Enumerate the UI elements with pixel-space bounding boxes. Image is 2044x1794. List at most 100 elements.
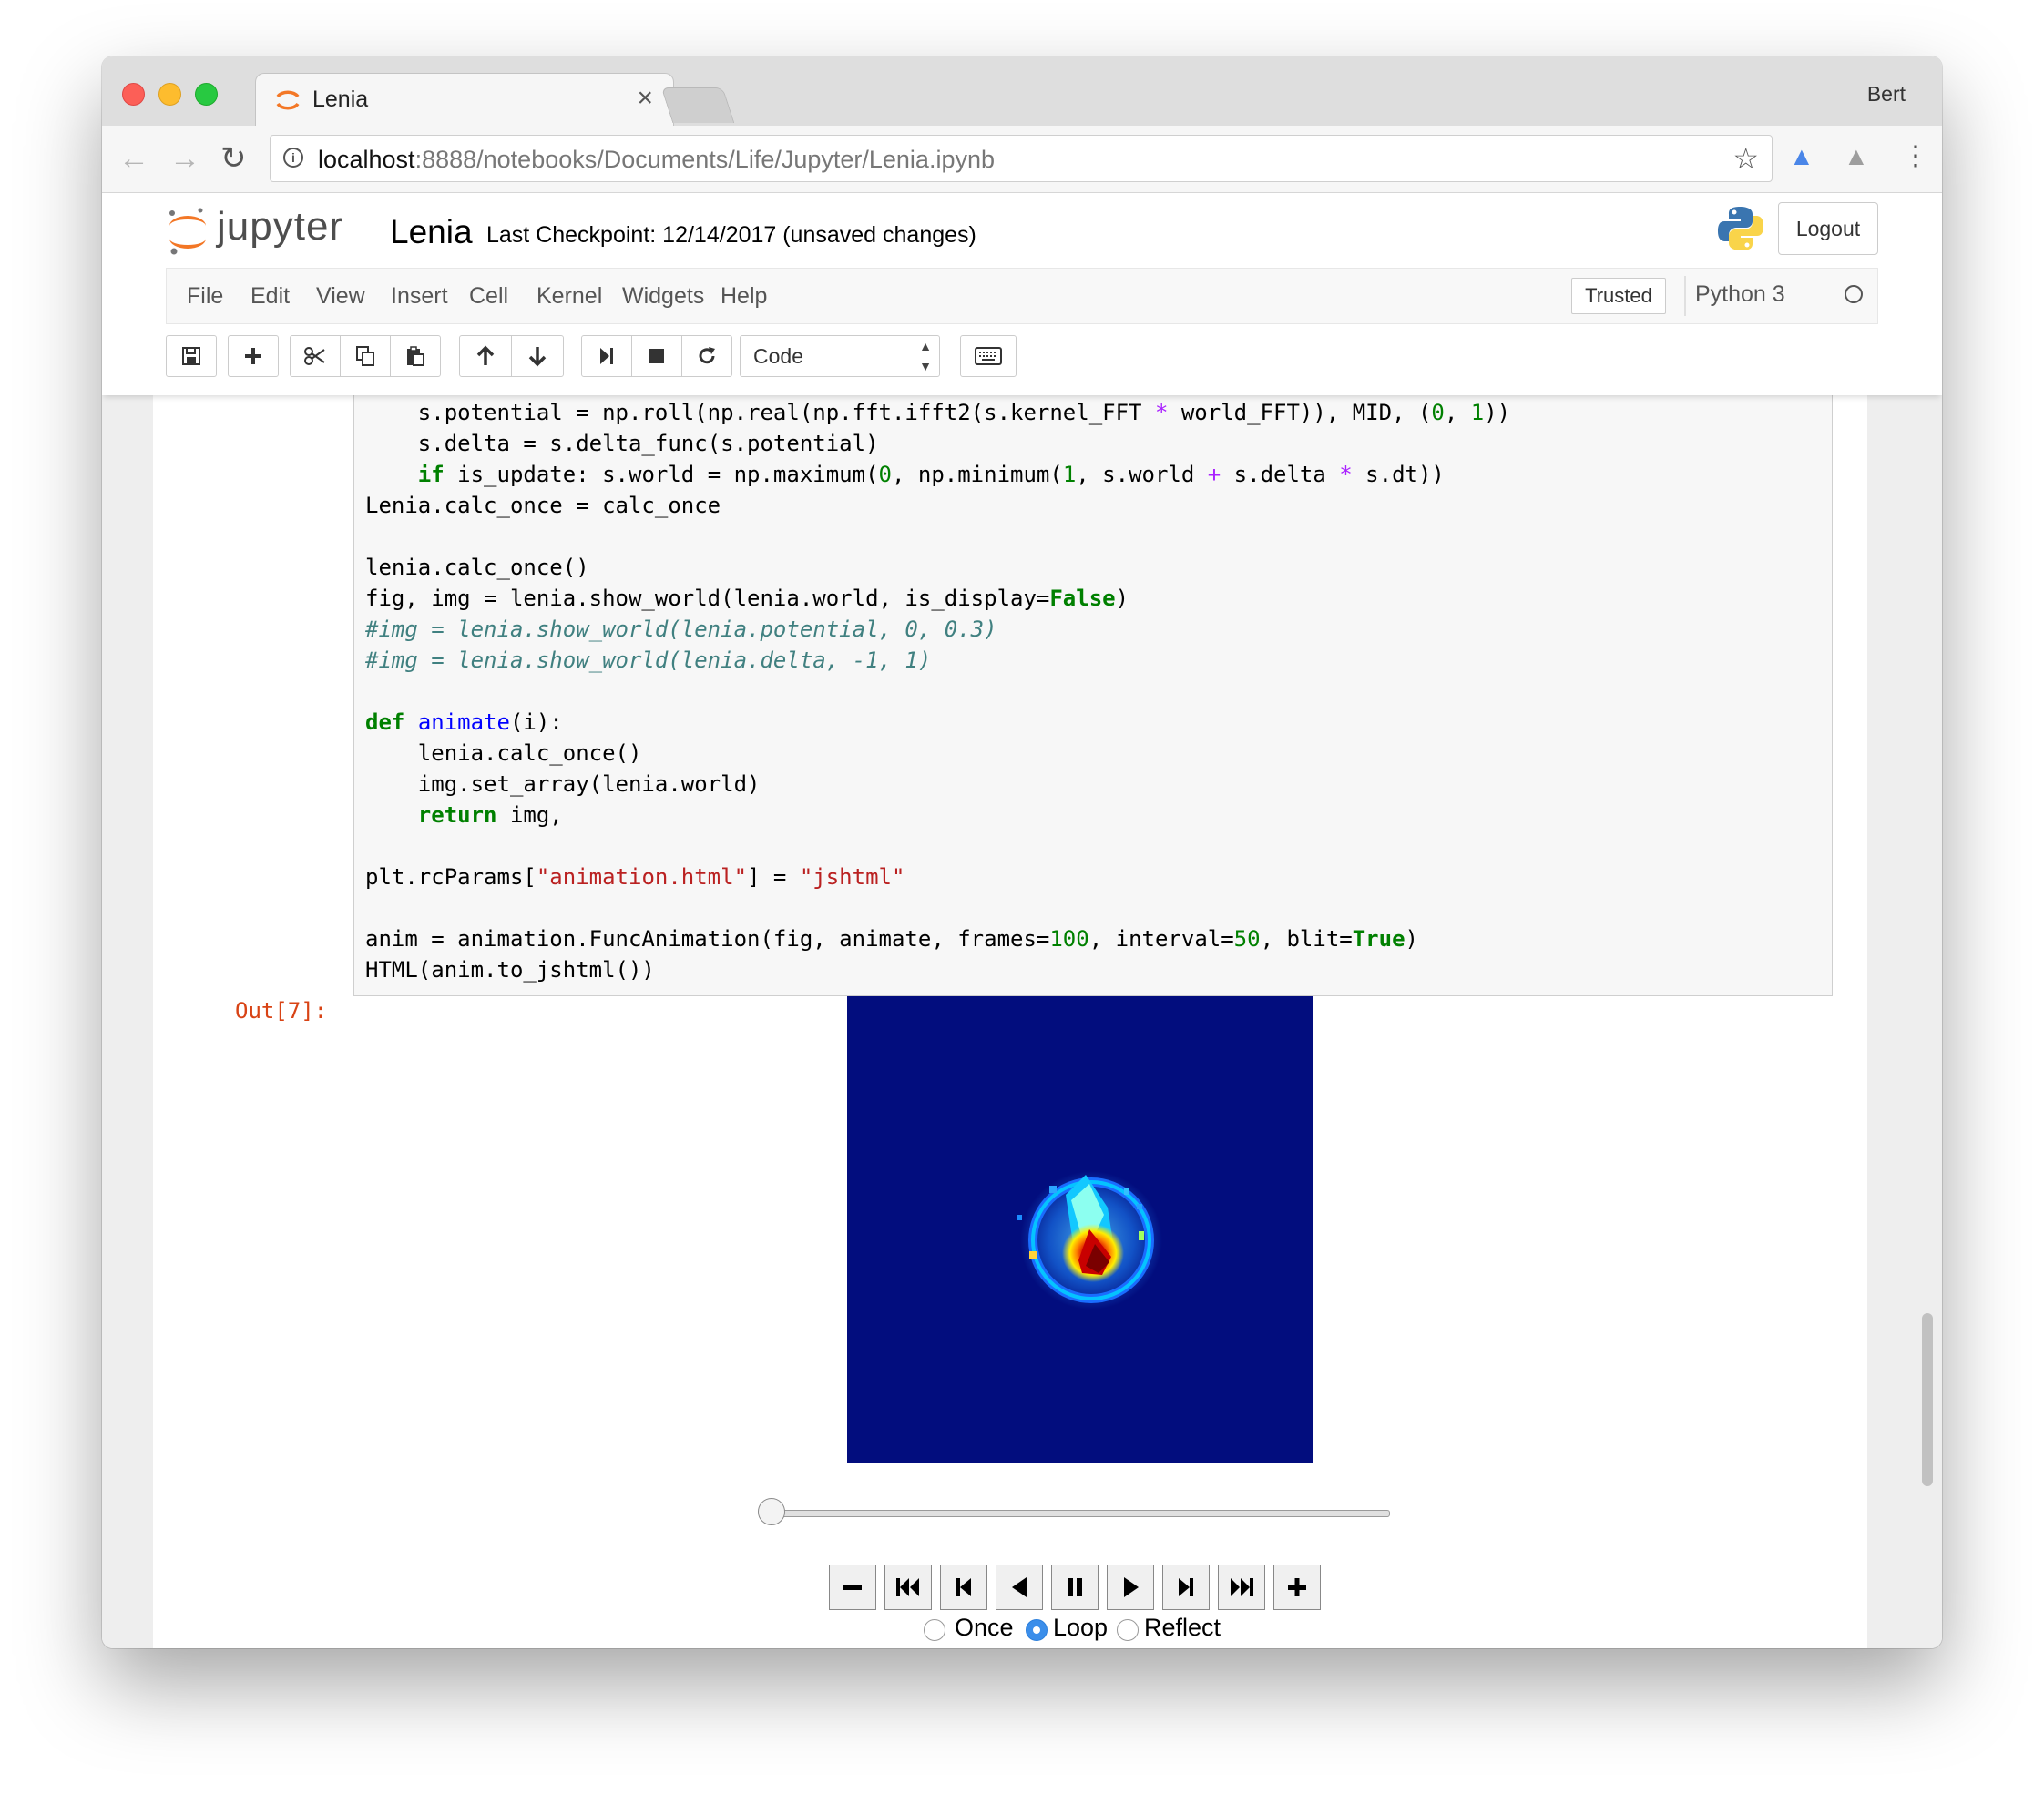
browser-toolbar: ← → ↻ i localhost:8888/notebooks/Documen… [102,126,1942,193]
reflect-label[interactable]: Reflect [1144,1614,1221,1642]
profile-name[interactable]: Bert [1867,82,1906,107]
frame-slider-track[interactable] [763,1510,1390,1517]
pause-button[interactable] [1051,1565,1099,1610]
url-text[interactable]: localhost:8888/notebooks/Documents/Life/… [318,146,995,174]
address-bar[interactable]: i localhost:8888/notebooks/Documents/Lif… [270,135,1773,182]
last-frame-button[interactable] [1218,1565,1265,1610]
title-bar: Lenia × Bert [102,56,1942,127]
drive-icon[interactable]: ▲ [1844,142,1869,171]
menu-widgets[interactable]: Widgets [622,283,704,310]
logout-button[interactable]: Logout [1778,202,1878,255]
tab-title: Lenia [312,87,369,112]
menu-insert[interactable]: Insert [391,283,448,310]
url-host: localhost [318,146,415,173]
output-prompt: Out[7]: [235,998,328,1024]
forward-arrow-icon[interactable]: → [169,140,200,177]
last-frame-icon [1231,1578,1253,1596]
next-frame-button[interactable] [1162,1565,1210,1610]
notebook-toolbar: Code ▲ ▼ [102,328,1942,395]
frame-slider-thumb[interactable] [758,1498,785,1525]
tab-close-icon[interactable]: × [637,83,653,114]
keyboard-icon [975,347,1002,365]
paste-button[interactable] [390,335,441,377]
previous-frame-icon [956,1578,971,1596]
checkpoint-status: Last Checkpoint: 12/14/2017 (unsaved cha… [486,222,976,248]
code-line-13: img.set_array(lenia.world) [365,771,761,797]
browser-tab[interactable]: Lenia × [255,73,674,127]
play-button[interactable] [1107,1565,1154,1610]
close-window-button[interactable] [122,83,145,106]
kernel-idle-icon [1845,285,1863,303]
menu-file[interactable]: File [187,283,223,310]
minimize-window-button[interactable] [158,83,181,106]
arrow-up-icon [476,345,495,365]
pause-icon [1068,1578,1082,1596]
menu-edit[interactable]: Edit [250,283,290,310]
menu-view[interactable]: View [316,283,365,310]
animation-frame [847,996,1313,1463]
python-logo-icon [1718,207,1763,250]
menu-help[interactable]: Help [721,283,767,310]
once-label[interactable]: Once [955,1614,1014,1642]
jupyter-header: jupyter Lenia Last Checkpoint: 12/14/201… [102,193,1942,328]
browser-menu-icon[interactable]: ⋮ [1902,140,1929,173]
menu-cell[interactable]: Cell [469,283,508,310]
move-up-button[interactable] [459,335,512,377]
code-line-7: fig, img = lenia.show_world(lenia.world,… [365,586,1129,611]
menu-kernel[interactable]: Kernel [537,283,602,310]
faster-button[interactable] [1273,1565,1321,1610]
cell-type-select[interactable]: Code ▲ ▼ [740,335,940,377]
code-line-12: lenia.calc_once() [365,740,642,766]
reload-icon[interactable]: ↻ [220,140,247,177]
insert-cell-button[interactable] [228,335,279,377]
plus-icon [245,348,261,364]
slower-button[interactable] [829,1565,876,1610]
first-frame-button[interactable] [884,1565,932,1610]
kernel-name[interactable]: Python 3 [1695,281,1785,308]
code-cell-input[interactable]: s.potential = np.roll(np.real(np.fft.iff… [353,395,1833,996]
run-cell-button[interactable] [581,335,632,377]
once-radio[interactable] [924,1619,945,1641]
site-info-icon[interactable]: i [283,148,303,168]
reverse-play-button[interactable] [996,1565,1043,1610]
code-line-18: anim = animation.FuncAnimation(fig, anim… [365,926,1418,952]
notebook-name[interactable]: Lenia [390,213,473,251]
jupyter-logo-text[interactable]: jupyter [217,204,343,250]
step-forward-icon [600,348,613,364]
code-line-14: return img, [417,802,563,828]
cut-button[interactable] [290,335,341,377]
cut-icon [304,347,325,365]
refresh-icon [699,347,715,364]
play-icon [1124,1577,1139,1597]
loop-radio[interactable] [1026,1619,1048,1641]
code-line-8: #img = lenia.show_world(lenia.potential,… [365,617,997,642]
new-tab-button[interactable] [660,87,735,123]
reflect-radio[interactable] [1117,1619,1139,1641]
zoom-window-button[interactable] [195,83,218,106]
code-line-3: if is_update: s.world = np.maximum(0, np… [417,462,1445,487]
copy-button[interactable] [340,335,391,377]
code-line-4: Lenia.calc_once = calc_once [365,493,721,518]
restart-kernel-button[interactable] [681,335,732,377]
kernel-separator [1684,276,1686,316]
loop-label[interactable]: Loop [1053,1614,1108,1642]
arrow-down-icon [528,347,547,367]
graduation-cap-icon[interactable]: ▲ [1789,142,1814,171]
interrupt-kernel-button[interactable] [631,335,682,377]
bookmark-star-icon[interactable]: ☆ [1732,141,1759,176]
code-editor[interactable]: s.potential = np.roll(np.real(np.fft.iff… [365,397,1510,985]
code-line-1: s.potential = np.roll(np.real(np.fft.iff… [365,400,1511,425]
trusted-badge[interactable]: Trusted [1571,278,1666,314]
code-line-19: HTML(anim.to_jshtml()) [365,957,655,983]
previous-frame-button[interactable] [940,1565,987,1610]
paste-icon [407,346,424,366]
jupyter-favicon-icon [276,90,300,110]
command-palette-button[interactable] [960,335,1017,377]
jupyter-logo-icon[interactable] [166,204,210,259]
stop-icon [649,349,664,363]
reverse-play-icon [1012,1577,1027,1597]
move-down-button[interactable] [511,335,564,377]
save-button[interactable] [166,335,217,377]
back-arrow-icon[interactable]: ← [118,140,149,177]
page-scrollbar[interactable] [1922,1313,1933,1486]
